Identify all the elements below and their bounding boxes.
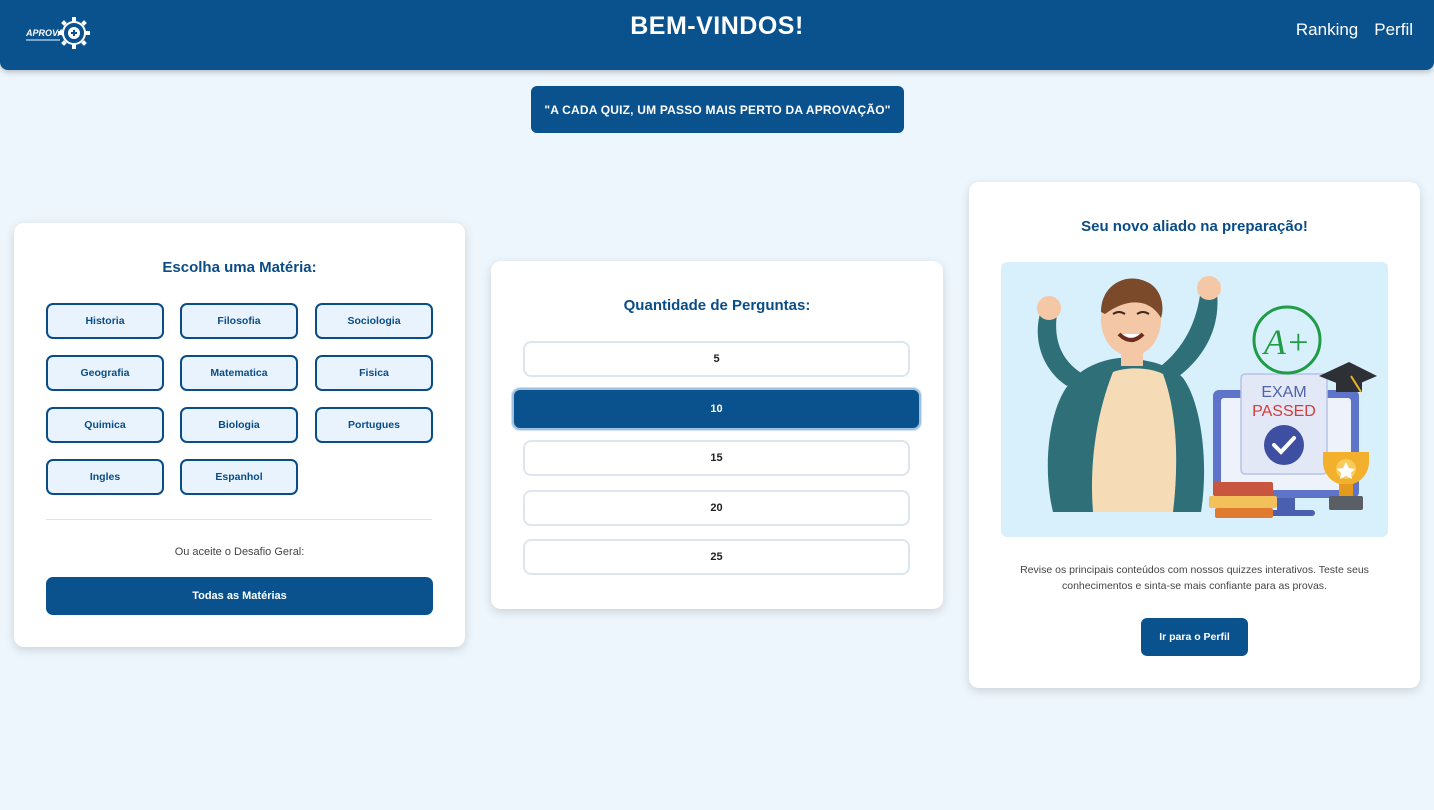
subject-button-portugues[interactable]: Portugues xyxy=(315,407,433,443)
subject-button-espanhol[interactable]: Espanhol xyxy=(180,459,298,495)
subjects-card: Escolha uma Matéria: Historia Filosofia … xyxy=(14,223,465,647)
promo-description: Revise os principais conteúdos com nosso… xyxy=(1020,564,1369,592)
subject-button-matematica[interactable]: Matematica xyxy=(180,355,298,391)
quantity-option-25[interactable]: 25 xyxy=(523,539,910,575)
quantity-option-10[interactable]: 10 xyxy=(512,388,921,430)
page-title: BEM-VINDOS! xyxy=(630,12,804,40)
motto-banner: "A CADA QUIZ, UM PASSO MAIS PERTO DA APR… xyxy=(531,86,904,133)
question-quantity-card: Quantidade de Perguntas: 5 10 15 20 25 xyxy=(491,261,943,609)
quantity-option-20[interactable]: 20 xyxy=(523,490,910,526)
top-nav: Ranking Perfil xyxy=(1296,20,1413,40)
exam-passed-illustration: EXAM PASSED A+ xyxy=(1001,262,1388,537)
go-to-profile-button[interactable]: Ir para o Perfil xyxy=(1141,618,1248,656)
quantity-card-title: Quantidade de Perguntas: xyxy=(623,297,811,314)
challenge-text: Ou aceite o Desafio Geral: xyxy=(174,546,305,558)
divider xyxy=(46,519,432,520)
subject-button-geografia[interactable]: Geografia xyxy=(46,355,164,391)
subject-button-sociologia[interactable]: Sociologia xyxy=(315,303,433,339)
grade-text: A+ xyxy=(1262,322,1310,362)
subject-button-filosofia[interactable]: Filosofia xyxy=(180,303,298,339)
promo-card-title: Seu novo aliado na preparação! xyxy=(1081,218,1308,235)
nav-ranking-link[interactable]: Ranking xyxy=(1296,20,1358,40)
subject-button-ingles[interactable]: Ingles xyxy=(46,459,164,495)
promo-card: Seu novo aliado na preparação! EXAM PASS… xyxy=(969,182,1420,688)
passed-text: PASSED xyxy=(1252,403,1316,420)
quantity-option-5[interactable]: 5 xyxy=(523,341,910,377)
all-subjects-button[interactable]: Todas as Matérias xyxy=(46,577,433,615)
nav-profile-link[interactable]: Perfil xyxy=(1374,20,1413,40)
subjects-card-title: Escolha uma Matéria: xyxy=(162,259,317,276)
top-header: APROVA BEM-VINDOS! Ranking Perfil xyxy=(0,0,1434,70)
subject-button-quimica[interactable]: Quimica xyxy=(46,407,164,443)
subject-button-fisica[interactable]: Fisica xyxy=(315,355,433,391)
subject-button-biologia[interactable]: Biologia xyxy=(180,407,298,443)
subject-button-historia[interactable]: Historia xyxy=(46,303,164,339)
exam-text: EXAM xyxy=(1261,384,1306,401)
quantity-option-15[interactable]: 15 xyxy=(523,440,910,476)
